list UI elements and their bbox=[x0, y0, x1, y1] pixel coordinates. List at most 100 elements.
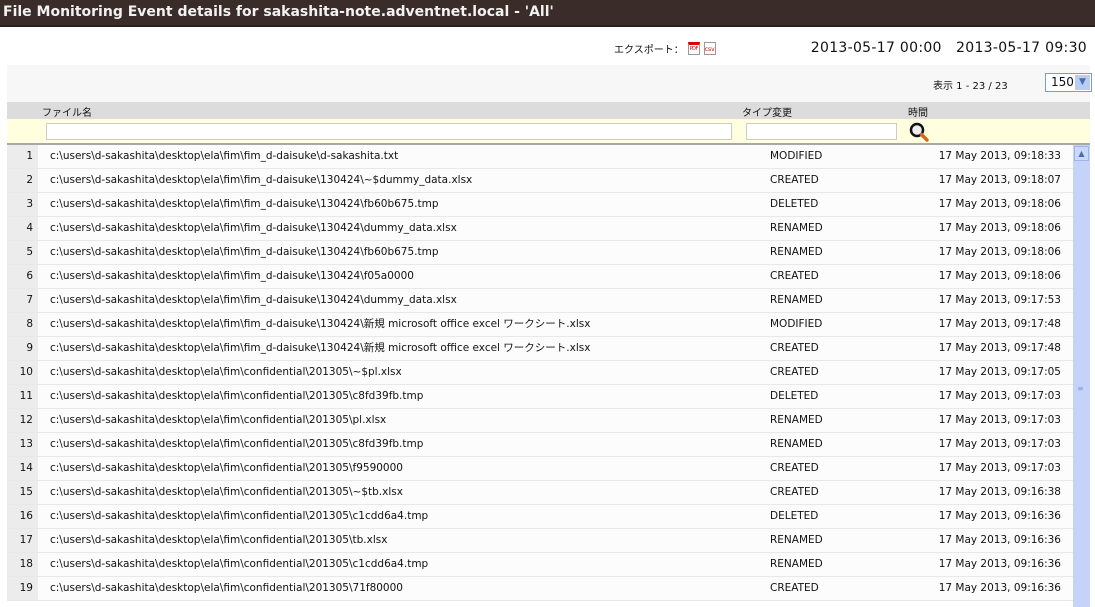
event-time: 17 May 2013, 09:16:38 bbox=[938, 486, 1061, 498]
change-type: RENAMED bbox=[770, 558, 823, 570]
table-row[interactable]: 10 c:\users\d-sakashita\desktop\ela\fim\c… bbox=[7, 361, 1073, 385]
row-number: 6 bbox=[7, 265, 38, 288]
file-path: c:\users\d-sakashita\desktop\ela\fim\fim… bbox=[50, 294, 457, 306]
filter-row bbox=[7, 119, 1090, 145]
change-type: DELETED bbox=[770, 390, 819, 402]
record-count: 表示 1 - 23 / 23 bbox=[933, 81, 1008, 92]
event-time: 17 May 2013, 09:17:05 bbox=[938, 366, 1061, 378]
table-row[interactable]: 14 c:\users\d-sakashita\desktop\ela\fim\c… bbox=[7, 457, 1073, 481]
scroll-up-icon[interactable]: ▲ bbox=[1074, 146, 1089, 161]
table-row[interactable]: 2 c:\users\d-sakashita\desktop\ela\fim\fi… bbox=[7, 169, 1073, 193]
row-number: 13 bbox=[7, 433, 38, 456]
table-row[interactable]: 4 c:\users\d-sakashita\desktop\ela\fim\fi… bbox=[7, 217, 1073, 241]
table-row[interactable]: 3 c:\users\d-sakashita\desktop\ela\fim\fi… bbox=[7, 193, 1073, 217]
file-path: c:\users\d-sakashita\desktop\ela\fim\con… bbox=[50, 414, 387, 426]
date-range: 2013-05-17 00:00 2013-05-17 09:30 bbox=[811, 40, 1087, 56]
search-icon[interactable] bbox=[909, 122, 929, 142]
vertical-scrollbar[interactable]: ▲ ≡ bbox=[1073, 145, 1090, 607]
table-row[interactable]: 12 c:\users\d-sakashita\desktop\ela\fim\c… bbox=[7, 409, 1073, 433]
change-type: RENAMED bbox=[770, 222, 823, 234]
table-row[interactable]: 8 c:\users\d-sakashita\desktop\ela\fim\fi… bbox=[7, 313, 1073, 337]
event-time: 17 May 2013, 09:16:36 bbox=[938, 582, 1061, 594]
change-type: RENAMED bbox=[770, 414, 823, 426]
change-type: CREATED bbox=[770, 462, 819, 474]
file-path: c:\users\d-sakashita\desktop\ela\fim\fim… bbox=[50, 198, 439, 210]
change-type: RENAMED bbox=[770, 534, 823, 546]
change-type: DELETED bbox=[770, 510, 819, 522]
event-time: 17 May 2013, 09:17:53 bbox=[938, 294, 1061, 306]
change-type: MODIFIED bbox=[770, 150, 823, 162]
file-path: c:\users\d-sakashita\desktop\ela\fim\fim… bbox=[50, 222, 457, 234]
file-path: c:\users\d-sakashita\desktop\ela\fim\con… bbox=[50, 366, 402, 378]
change-type: RENAMED bbox=[770, 294, 823, 306]
pdf-export-icon[interactable]: PDF bbox=[687, 42, 700, 55]
row-number: 19 bbox=[7, 577, 38, 600]
row-number: 7 bbox=[7, 289, 38, 312]
table-row[interactable]: 5 c:\users\d-sakashita\desktop\ela\fim\fi… bbox=[7, 241, 1073, 265]
table-toolbar: 表示 1 - 23 / 23 150 ▼ bbox=[7, 65, 1092, 102]
event-time: 17 May 2013, 09:17:03 bbox=[938, 390, 1061, 402]
row-number: 14 bbox=[7, 457, 38, 480]
file-path: c:\users\d-sakashita\desktop\ela\fim\fim… bbox=[50, 150, 399, 162]
table-row[interactable]: 11 c:\users\d-sakashita\desktop\ela\fim\c… bbox=[7, 385, 1073, 409]
table-row[interactable]: 7 c:\users\d-sakashita\desktop\ela\fim\fi… bbox=[7, 289, 1073, 313]
table-row[interactable]: 18 c:\users\d-sakashita\desktop\ela\fim\c… bbox=[7, 553, 1073, 577]
event-time: 17 May 2013, 09:17:48 bbox=[938, 342, 1061, 354]
export-bar: エクスポート： PDF csv bbox=[614, 41, 716, 56]
file-path: c:\users\d-sakashita\desktop\ela\fim\con… bbox=[50, 510, 429, 522]
file-path: c:\users\d-sakashita\desktop\ela\fim\fim… bbox=[50, 270, 414, 282]
row-number: 12 bbox=[7, 409, 38, 432]
chevron-down-icon[interactable]: ▼ bbox=[1075, 75, 1090, 90]
column-change-type[interactable]: タイプ変更 bbox=[742, 104, 792, 119]
file-path: c:\users\d-sakashita\desktop\ela\fim\con… bbox=[50, 582, 403, 594]
file-path: c:\users\d-sakashita\desktop\ela\fim\fim… bbox=[50, 246, 439, 258]
file-path: c:\users\d-sakashita\desktop\ela\fim\con… bbox=[50, 486, 403, 498]
csv-export-icon[interactable]: csv bbox=[703, 42, 716, 55]
page-size-select[interactable]: 150 ▼ bbox=[1045, 73, 1092, 92]
change-type: CREATED bbox=[770, 342, 819, 354]
row-number: 18 bbox=[7, 553, 38, 576]
row-number: 9 bbox=[7, 337, 38, 360]
event-table: 1 c:\users\d-sakashita\desktop\ela\fim\fi… bbox=[7, 145, 1073, 601]
change-type-filter-input[interactable] bbox=[746, 123, 897, 140]
row-number: 5 bbox=[7, 241, 38, 264]
event-time: 17 May 2013, 09:18:06 bbox=[938, 222, 1061, 234]
file-path: c:\users\d-sakashita\desktop\ela\fim\fim… bbox=[50, 342, 591, 354]
event-time: 17 May 2013, 09:16:36 bbox=[938, 558, 1061, 570]
row-number: 16 bbox=[7, 505, 38, 528]
scroll-grip-icon[interactable]: ≡ bbox=[1077, 385, 1085, 395]
event-time: 17 May 2013, 09:18:06 bbox=[938, 270, 1061, 282]
row-number: 1 bbox=[7, 145, 38, 168]
table-row[interactable]: 6 c:\users\d-sakashita\desktop\ela\fim\fi… bbox=[7, 265, 1073, 289]
table-row[interactable]: 16 c:\users\d-sakashita\desktop\ela\fim\c… bbox=[7, 505, 1073, 529]
row-number: 8 bbox=[7, 313, 38, 336]
event-time: 17 May 2013, 09:17:03 bbox=[938, 438, 1061, 450]
table-row[interactable]: 19 c:\users\d-sakashita\desktop\ela\fim\c… bbox=[7, 577, 1073, 601]
row-number: 10 bbox=[7, 361, 38, 384]
change-type: CREATED bbox=[770, 270, 819, 282]
page-size-value: 150 bbox=[1051, 75, 1074, 89]
file-path: c:\users\d-sakashita\desktop\ela\fim\con… bbox=[50, 534, 388, 546]
range-end: 2013-05-17 09:30 bbox=[956, 40, 1087, 56]
row-number: 3 bbox=[7, 193, 38, 216]
export-label: エクスポート： bbox=[614, 45, 684, 56]
column-file-name[interactable]: ファイル名 bbox=[42, 104, 92, 119]
table-row[interactable]: 9 c:\users\d-sakashita\desktop\ela\fim\fi… bbox=[7, 337, 1073, 361]
row-number: 17 bbox=[7, 529, 38, 552]
table-row[interactable]: 1 c:\users\d-sakashita\desktop\ela\fim\fi… bbox=[7, 145, 1073, 169]
event-time: 17 May 2013, 09:16:36 bbox=[938, 534, 1061, 546]
change-type: DELETED bbox=[770, 198, 819, 210]
file-name-filter-input[interactable] bbox=[46, 123, 732, 140]
row-number: 4 bbox=[7, 217, 38, 240]
table-row[interactable]: 13 c:\users\d-sakashita\desktop\ela\fim\c… bbox=[7, 433, 1073, 457]
file-path: c:\users\d-sakashita\desktop\ela\fim\con… bbox=[50, 438, 424, 450]
event-time: 17 May 2013, 09:18:33 bbox=[938, 150, 1061, 162]
column-time[interactable]: 時間 bbox=[908, 104, 928, 119]
change-type: CREATED bbox=[770, 366, 819, 378]
table-row[interactable]: 17 c:\users\d-sakashita\desktop\ela\fim\c… bbox=[7, 529, 1073, 553]
change-type: RENAMED bbox=[770, 246, 823, 258]
file-path: c:\users\d-sakashita\desktop\ela\fim\fim… bbox=[50, 318, 591, 330]
table-row[interactable]: 15 c:\users\d-sakashita\desktop\ela\fim\c… bbox=[7, 481, 1073, 505]
change-type: RENAMED bbox=[770, 438, 823, 450]
event-time: 17 May 2013, 09:16:36 bbox=[938, 510, 1061, 522]
